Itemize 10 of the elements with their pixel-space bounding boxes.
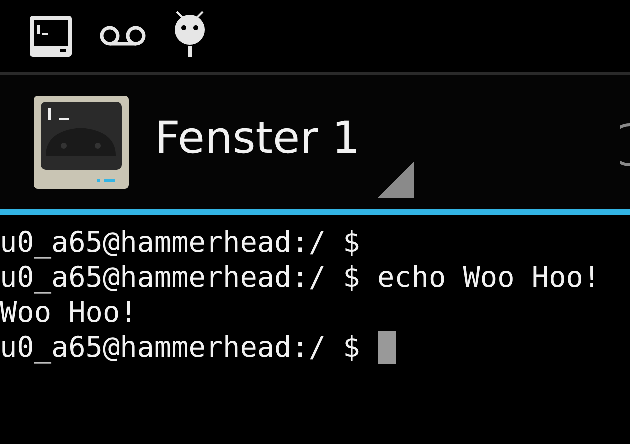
terminal-line: u0_a65@hammerhead:/ $	[0, 331, 362, 364]
window-title[interactable]: Fenster 1	[155, 106, 360, 172]
terminal-line: Woo Hoo!	[0, 296, 138, 329]
app-icon[interactable]	[34, 96, 129, 188]
robot-icon	[174, 11, 206, 57]
dropdown-triangle-icon[interactable]	[378, 162, 414, 198]
terminal-line: u0_a65@hammerhead:/ $	[0, 226, 360, 259]
voicemail-icon	[100, 26, 146, 46]
terminal-line: u0_a65@hammerhead:/ $ echo Woo Hoo!	[0, 261, 601, 294]
terminal-icon	[30, 16, 72, 56]
